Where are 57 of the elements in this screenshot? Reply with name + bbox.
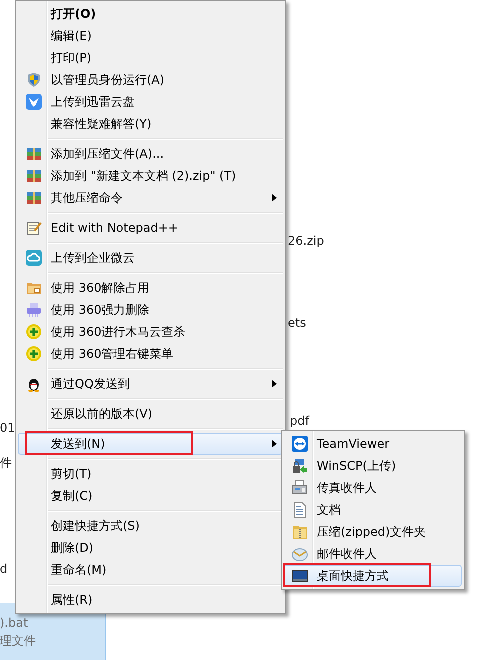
menu-item[interactable]: 桌面快捷方式 [284, 565, 462, 587]
menu-item[interactable]: 使用 360管理右键菜单 [18, 343, 283, 365]
menu-item[interactable]: 重命名(M) [18, 559, 283, 581]
mail-icon [292, 546, 308, 562]
archive-icon [26, 168, 42, 184]
document-icon [292, 502, 308, 518]
desktop-icon [292, 568, 308, 584]
menu-item[interactable]: 邮件收件人 [284, 543, 462, 565]
cloud-icon [26, 250, 42, 266]
menu-item[interactable]: 复制(C) [18, 485, 283, 507]
plus-circle-icon [26, 324, 42, 340]
zipped-folder-icon [292, 524, 308, 540]
file-name-text: 01 [0, 420, 16, 436]
menu-item[interactable]: 还原以前的版本(V) [18, 403, 283, 425]
shield-icon [26, 72, 42, 88]
menu-item[interactable]: 其他压缩命令 [18, 187, 283, 209]
archive-icon [26, 190, 42, 206]
menu-item[interactable]: 使用 360解除占用 [18, 277, 283, 299]
plus-circle-icon [26, 346, 42, 362]
padlock-computer-icon [292, 458, 308, 474]
menu-item[interactable]: 剪切(T) [18, 463, 283, 485]
menu-item[interactable]: Edit with Notepad++ [18, 217, 283, 239]
teamviewer-icon [292, 436, 308, 452]
file-name-text: 26.zip [288, 233, 324, 249]
file-name-text: ).bat [0, 615, 28, 631]
menu-item[interactable]: 压缩(zipped)文件夹 [284, 521, 462, 543]
menu-item[interactable]: 通过QQ发送到 [18, 373, 283, 395]
file-name-text: pdf [290, 413, 310, 429]
notepad-icon [26, 220, 42, 236]
shredder-icon [26, 302, 42, 318]
menu-item[interactable]: 文档 [284, 499, 462, 521]
menu-item[interactable]: WinSCP(上传) [284, 455, 462, 477]
menu-item[interactable]: 创建快捷方式(S) [18, 515, 283, 537]
file-name-text: ets [288, 315, 306, 331]
menu-item[interactable]: 添加到 "新建文本文档 (2).zip" (T) [18, 165, 283, 187]
menu-item[interactable]: 上传到迅雷云盘 [18, 91, 283, 113]
menu-item[interactable]: 打印(P) [18, 47, 283, 69]
menu-item[interactable]: 兼容性疑难解答(Y) [18, 113, 283, 135]
menu-item[interactable]: 传真收件人 [284, 477, 462, 499]
penguin-icon [26, 376, 42, 392]
folder-lock-icon [26, 280, 42, 296]
menu-item[interactable]: 打开(O) [18, 3, 283, 25]
menu-item[interactable]: 使用 360强力删除 [18, 299, 283, 321]
menu-item[interactable]: 使用 360进行木马云查杀 [18, 321, 283, 343]
file-name-text: 件 [0, 455, 12, 471]
menu-item[interactable]: 发送到(N) [18, 433, 283, 455]
menu-item[interactable]: 属性(R) [18, 589, 283, 611]
menu-item[interactable]: 添加到压缩文件(A)... [18, 143, 283, 165]
menu-item[interactable]: 删除(D) [18, 537, 283, 559]
menu-item[interactable]: 以管理员身份运行(A) [18, 69, 283, 91]
file-name-text: 理文件 [0, 633, 36, 649]
fax-icon [292, 480, 308, 496]
menu-item[interactable]: 上传到企业微云 [18, 247, 283, 269]
file-name-text: d [0, 561, 8, 577]
archive-icon [26, 146, 42, 162]
menu-item[interactable]: 编辑(E) [18, 25, 283, 47]
menu-item[interactable]: TeamViewer [284, 433, 462, 455]
